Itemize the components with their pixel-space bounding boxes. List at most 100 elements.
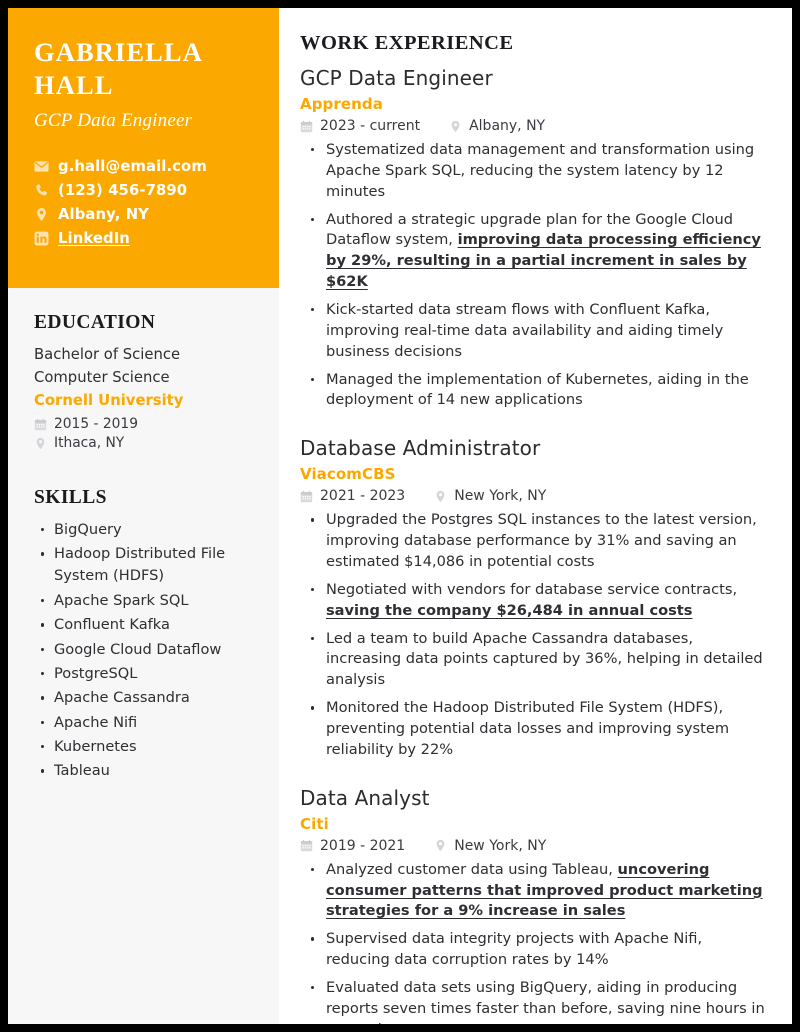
- job-dates: 2019 - 2021: [300, 838, 405, 854]
- list-item: Authored a strategic upgrade plan for th…: [300, 210, 766, 293]
- location-pin-icon: [34, 437, 47, 450]
- location-pin-icon: [34, 207, 49, 222]
- list-item: Analyzed customer data using Tableau, un…: [300, 860, 766, 923]
- location-pin-icon: [449, 120, 462, 133]
- job-company: Apprenda: [300, 95, 383, 113]
- list-item: Tableau: [34, 760, 253, 782]
- skills-list: BigQuery Hadoop Distributed File System …: [34, 519, 253, 782]
- list-item: Systematized data management and transfo…: [300, 140, 766, 203]
- job-location: Albany, NY: [449, 118, 545, 134]
- job-entry: Data Analyst Citi 2019 - 2021 New York, …: [300, 785, 766, 1024]
- education-location-row: Ithaca, NY: [34, 435, 253, 451]
- job-meta: 2021 - 2023 New York, NY: [300, 488, 766, 504]
- job-bullets: Upgraded the Postgres SQL instances to t…: [300, 510, 766, 760]
- skills-heading: SKILLS: [34, 487, 107, 509]
- contact-linkedin-text[interactable]: LinkedIn: [58, 230, 130, 247]
- job-bullets: Systematized data management and transfo…: [300, 140, 766, 411]
- work-experience-heading: WORK EXPERIENCE: [300, 32, 514, 54]
- candidate-headline: GCP Data Engineer: [34, 110, 193, 132]
- job-location: New York, NY: [434, 838, 546, 854]
- calendar-icon: [34, 418, 47, 431]
- bullet-text: Upgraded the Postgres SQL instances to t…: [326, 511, 757, 571]
- calendar-icon: [300, 839, 313, 852]
- sidebar-body: EDUCATION Bachelor of Science Computer S…: [8, 288, 279, 805]
- list-item: BigQuery: [34, 519, 253, 541]
- bullet-text: Analyzed customer data using Tableau,: [326, 860, 618, 878]
- contact-location-text: Albany, NY: [58, 206, 150, 224]
- education-heading: EDUCATION: [34, 312, 156, 334]
- job-meta: 2019 - 2021 New York, NY: [300, 838, 766, 854]
- skills-section: SKILLS BigQuery Hadoop Distributed File …: [34, 487, 253, 782]
- location-pin-icon: [434, 490, 447, 503]
- list-item: PostgreSQL: [34, 663, 253, 685]
- job-bullets: Analyzed customer data using Tableau, un…: [300, 860, 766, 1024]
- bullet-text: Negotiated with vendors for database ser…: [326, 580, 738, 598]
- list-item: Google Cloud Dataflow: [34, 639, 253, 661]
- education-dates-text: 2015 - 2019: [54, 416, 138, 433]
- list-item: Negotiated with vendors for database ser…: [300, 580, 766, 622]
- candidate-name-line-1: GABRIELLA: [34, 37, 203, 67]
- linkedin-icon: [34, 231, 49, 246]
- job-dates: 2023 - current: [300, 118, 420, 134]
- list-item: Monitored the Hadoop Distributed File Sy…: [300, 698, 766, 761]
- job-location-text: Albany, NY: [469, 118, 546, 134]
- envelope-icon: [34, 159, 49, 174]
- list-item: Evaluated data sets using BigQuery, aidi…: [300, 978, 766, 1024]
- contact-phone-text: (123) 456-7890: [58, 182, 188, 200]
- list-item: Apache Cassandra: [34, 687, 253, 709]
- bullet-highlight: saving the company $26,484 in annual cos…: [326, 601, 693, 619]
- list-item: Hadoop Distributed File System (HDFS): [34, 543, 253, 587]
- education-location-text: Ithaca, NY: [54, 435, 125, 452]
- education-degree: Bachelor of Science: [34, 346, 181, 364]
- list-item: Kick-started data stream flows with Conf…: [300, 300, 766, 363]
- bullet-text: Monitored the Hadoop Distributed File Sy…: [326, 699, 730, 758]
- contact-list: g.hall@email.com (123) 456-7890 Albany, …: [34, 158, 253, 247]
- education-dates-row: 2015 - 2019: [34, 416, 253, 432]
- job-location-text: New York, NY: [454, 488, 547, 505]
- job-title: GCP Data Engineer: [300, 66, 493, 90]
- resume-page: GABRIELLA HALL GCP Data Engineer g.hall@…: [8, 8, 792, 1024]
- job-meta: 2023 - current Albany, NY: [300, 118, 766, 134]
- bullet-text: Managed the implementation of Kubernetes…: [326, 370, 749, 409]
- list-item: Supervised data integrity projects with …: [300, 929, 766, 971]
- calendar-icon: [300, 490, 313, 503]
- job-title: Database Administrator: [300, 436, 541, 461]
- contact-email-text: g.hall@email.com: [58, 158, 207, 176]
- job-company: ViacomCBS: [300, 465, 396, 484]
- bullet-text: Evaluated data sets using BigQuery, aidi…: [326, 979, 765, 1024]
- bullet-text: Systematized data management and transfo…: [326, 141, 755, 200]
- education-school: Cornell University: [34, 392, 184, 410]
- job-dates-text: 2021 - 2023: [320, 488, 406, 505]
- education-major: Computer Science: [34, 368, 170, 386]
- contact-item-phone[interactable]: (123) 456-7890: [34, 182, 253, 199]
- main-content: WORK EXPERIENCE GCP Data Engineer Appren…: [279, 8, 792, 1024]
- sidebar: GABRIELLA HALL GCP Data Engineer g.hall@…: [8, 8, 279, 1024]
- education-section: EDUCATION Bachelor of Science Computer S…: [34, 312, 253, 451]
- job-entry: GCP Data Engineer Apprenda 2023 - curren…: [300, 65, 766, 411]
- job-entry: Database Administrator ViacomCBS 2021 - …: [300, 435, 766, 760]
- candidate-name-line-2: HALL: [34, 69, 114, 100]
- bullet-text: Supervised data integrity projects with …: [326, 930, 703, 969]
- list-item: Apache Spark SQL: [34, 590, 253, 612]
- list-item: Apache Nifi: [34, 712, 253, 734]
- contact-item-email[interactable]: g.hall@email.com: [34, 158, 253, 175]
- job-location: New York, NY: [434, 488, 546, 504]
- job-title: Data Analyst: [300, 785, 430, 810]
- bullet-text: Led a team to build Apache Cassandra dat…: [326, 629, 763, 689]
- calendar-icon: [300, 120, 313, 133]
- contact-item-location: Albany, NY: [34, 206, 253, 223]
- location-pin-icon: [434, 839, 447, 852]
- list-item: Upgraded the Postgres SQL instances to t…: [300, 510, 766, 573]
- phone-icon: [34, 183, 49, 198]
- job-location-text: New York, NY: [454, 837, 547, 854]
- job-dates-text: 2023 - current: [320, 118, 421, 134]
- list-item: Led a team to build Apache Cassandra dat…: [300, 629, 766, 692]
- job-dates-text: 2019 - 2021: [320, 837, 406, 854]
- list-item: Managed the implementation of Kubernetes…: [300, 370, 766, 412]
- list-item: Confluent Kafka: [34, 614, 253, 636]
- list-item: Kubernetes: [34, 736, 253, 758]
- sidebar-header-band: GABRIELLA HALL GCP Data Engineer g.hall@…: [8, 8, 279, 289]
- bullet-text: Kick-started data stream flows with Conf…: [326, 301, 724, 360]
- contact-item-linkedin[interactable]: LinkedIn: [34, 230, 253, 247]
- job-dates: 2021 - 2023: [300, 488, 405, 504]
